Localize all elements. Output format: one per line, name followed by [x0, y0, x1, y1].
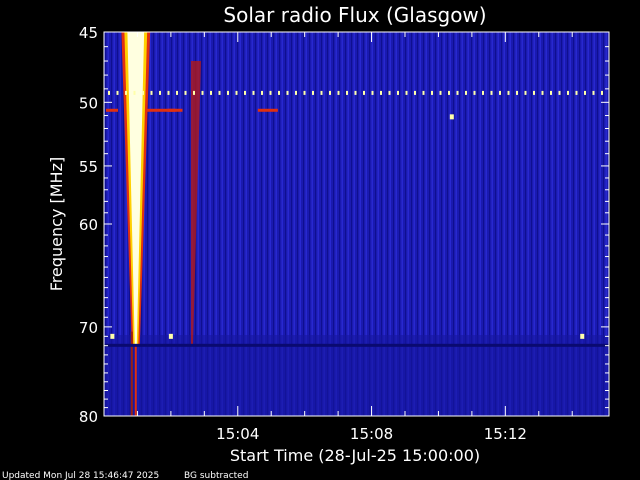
y-axis-label: Frequency [MHz]: [47, 157, 66, 291]
rfi-dot: [133, 90, 136, 95]
footer-updated: Updated Mon Jul 28 15:46:47 2025: [2, 471, 159, 480]
rfi-dot: [244, 90, 246, 95]
rfi-dot: [507, 90, 510, 95]
rfi-dot: [210, 90, 212, 95]
rfi-dot: [414, 90, 416, 95]
rfi-dot: [516, 90, 518, 95]
y-tick-label: 55: [79, 158, 98, 176]
rfi-dot: [473, 90, 476, 95]
rfi-dash: [106, 108, 118, 112]
spectrogram-figure: Solar radio Flux (Glasgow) 45 50 55 60 70 80 …: [2, 3, 610, 480]
interference-spot: [110, 333, 115, 339]
y-tick-label: 50: [79, 94, 98, 112]
x-tick-label: 15:04: [216, 425, 259, 443]
rfi-dot: [388, 90, 391, 95]
x-tick-label: 15:08: [350, 425, 393, 443]
rfi-dot: [278, 90, 280, 95]
rfi-dash: [257, 108, 278, 112]
y-tick-label: 70: [79, 319, 98, 337]
rfi-dot: [567, 90, 569, 95]
rfi-dot: [235, 90, 238, 95]
rfi-dot: [558, 90, 561, 95]
interference-spot: [449, 114, 454, 120]
rfi-dot: [448, 90, 450, 95]
rfi-dot: [346, 90, 348, 95]
rfi-dot: [193, 90, 195, 95]
rfi-dot: [184, 90, 187, 95]
rfi-dot: [176, 90, 178, 95]
y-tick-label: 60: [79, 216, 98, 234]
rfi-dot: [312, 90, 314, 95]
rfi-dash: [147, 108, 183, 112]
rfi-dot: [533, 90, 535, 95]
rfi-dot: [201, 90, 204, 95]
rfi-dot: [286, 90, 289, 95]
rfi-dot: [456, 90, 459, 95]
rfi-dot: [227, 90, 229, 95]
x-tick-label: 15:12: [484, 425, 527, 443]
rfi-dot: [354, 90, 357, 95]
rfi-dot: [116, 90, 119, 95]
rfi-dot: [380, 90, 382, 95]
rfi-band: [104, 343, 609, 347]
x-axis-label: Start Time (28-Jul-25 15:00:00): [230, 446, 480, 465]
rfi-dot: [218, 90, 221, 95]
rfi-dot: [329, 90, 331, 95]
rfi-dot: [550, 90, 552, 95]
rfi-dot: [584, 90, 586, 95]
rfi-dot: [320, 90, 323, 95]
burst-tail: [134, 345, 137, 416]
interference-spot: [580, 333, 585, 339]
rfi-dot: [167, 90, 170, 95]
rfi-dot: [405, 90, 408, 95]
rfi-dot: [439, 90, 442, 95]
rfi-dot: [422, 90, 425, 95]
rfi-dot: [159, 90, 161, 95]
rfi-dot: [150, 90, 153, 95]
rfi-dot: [337, 90, 340, 95]
chart-title: Solar radio Flux (Glasgow): [223, 3, 486, 27]
rfi-dot: [601, 90, 603, 95]
rfi-dot: [371, 90, 374, 95]
rfi-dot: [252, 90, 255, 95]
interference-spot: [168, 333, 173, 339]
footer-note: BG subtracted: [184, 471, 248, 480]
rfi-dot: [108, 90, 110, 95]
rfi-dot: [397, 90, 399, 95]
y-tick-label: 80: [79, 408, 98, 426]
rfi-dot: [541, 90, 544, 95]
rfi-dot: [592, 90, 595, 95]
rfi-dot: [295, 90, 297, 95]
rfi-dot: [465, 90, 467, 95]
rfi-dot: [303, 90, 306, 95]
rfi-dot: [125, 90, 127, 95]
rfi-dot: [482, 90, 484, 95]
rfi-dot: [499, 90, 501, 95]
rfi-dot: [269, 90, 272, 95]
rfi-dot: [524, 90, 527, 95]
rfi-dot: [431, 90, 433, 95]
rfi-dash: [167, 108, 176, 112]
rfi-dot: [142, 90, 144, 95]
rfi-dot: [261, 90, 263, 95]
y-tick-label: 45: [79, 24, 98, 42]
rfi-dot: [363, 90, 365, 95]
rfi-dot: [490, 90, 493, 95]
plot-area: 45 50 55 60 70 80 15:04 15:08 15:12: [79, 24, 610, 443]
lower-band-background: [104, 335, 609, 416]
rfi-dot: [575, 90, 578, 95]
